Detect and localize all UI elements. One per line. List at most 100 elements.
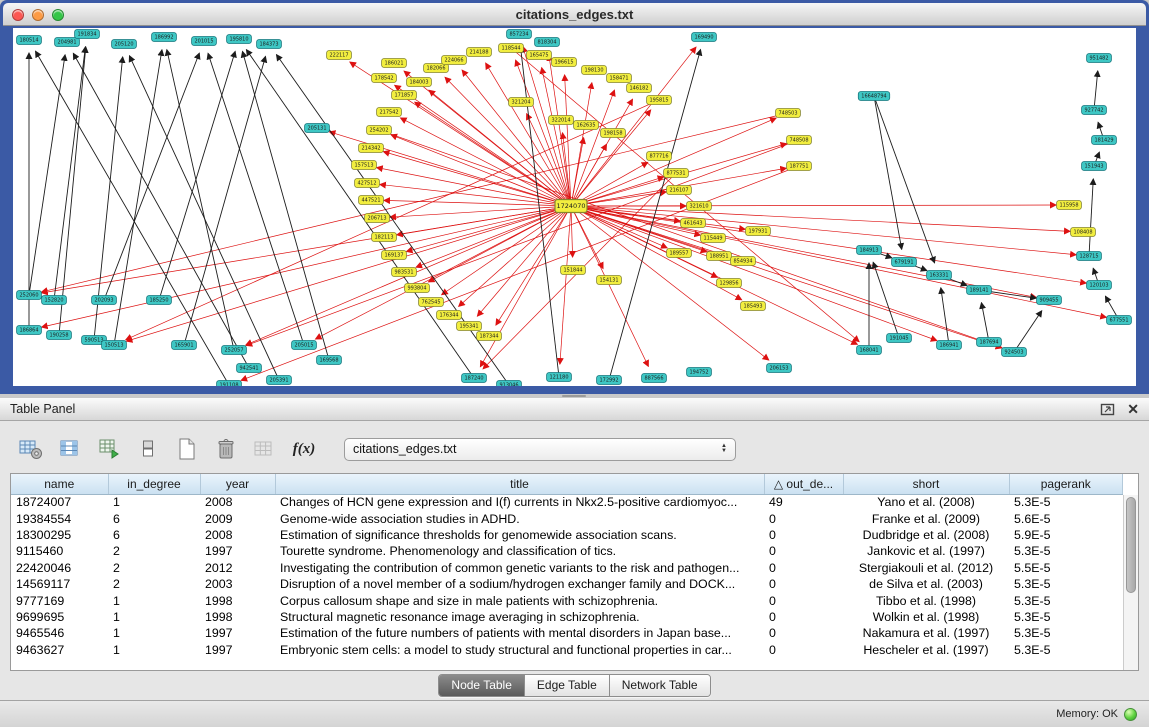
graph-node[interactable]: 157513 xyxy=(352,161,377,170)
graph-node[interactable]: 186021 xyxy=(382,59,407,68)
graph-edge[interactable] xyxy=(390,206,571,217)
graph-edge[interactable] xyxy=(167,50,234,350)
graph-node[interactable]: 887566 xyxy=(642,374,667,383)
graph-node[interactable]: 187240 xyxy=(462,374,487,383)
column-header-year[interactable]: year xyxy=(200,474,275,494)
tab-node-table[interactable]: Node Table xyxy=(439,675,525,696)
graph-node[interactable]: 254202 xyxy=(367,126,392,135)
graph-node[interactable]: 206713 xyxy=(365,214,390,223)
table-row[interactable]: 911546021997Tourette syndrome. Phenomeno… xyxy=(11,543,1123,559)
graph-node[interactable]: 171857 xyxy=(392,91,417,100)
graph-node[interactable]: 205391 xyxy=(267,376,292,385)
graph-node[interactable]: 197931 xyxy=(746,227,771,236)
column-header-out_degree[interactable]: △ out_de... xyxy=(764,474,843,494)
graph-node[interactable]: 120103 xyxy=(1087,281,1112,290)
graph-node[interactable]: 187344 xyxy=(477,332,502,341)
graph-edge[interactable] xyxy=(42,206,571,327)
graph-node[interactable]: 818304 xyxy=(535,38,560,47)
graph-node[interactable]: 151844 xyxy=(561,266,586,275)
table-row[interactable]: 969969511998Structural magnetic resonanc… xyxy=(11,609,1123,625)
memory-status-icon[interactable] xyxy=(1124,708,1137,721)
table-row[interactable]: 1872400712008Changes of HCN gene express… xyxy=(11,494,1123,510)
graph-node[interactable]: 909455 xyxy=(1037,296,1062,305)
graph-node[interactable]: 169568 xyxy=(317,356,342,365)
graph-node[interactable]: 198130 xyxy=(582,66,607,75)
graph-node[interactable]: 252060 xyxy=(17,291,42,300)
function-icon[interactable]: f(x) xyxy=(289,435,319,463)
graph-edge[interactable] xyxy=(477,206,571,316)
graph-node[interactable]: 182113 xyxy=(372,233,397,242)
graph-node[interactable]: 129856 xyxy=(717,279,742,288)
graph-node[interactable]: 186864 xyxy=(17,326,42,335)
graph-node[interactable]: 162635 xyxy=(574,121,599,130)
columns-icon[interactable] xyxy=(55,435,85,463)
graph-edge[interactable] xyxy=(874,96,902,249)
graph-node[interactable]: 201015 xyxy=(192,37,217,46)
graph-edge[interactable] xyxy=(59,47,86,335)
graph-node[interactable]: 857234 xyxy=(507,30,532,39)
graph-edge[interactable] xyxy=(571,206,1086,283)
graph-node[interactable]: 152820 xyxy=(42,296,67,305)
close-button[interactable] xyxy=(12,9,24,21)
graph-node[interactable]: 151943 xyxy=(1082,162,1107,171)
graph-node[interactable]: 205120 xyxy=(112,40,137,49)
rows-icon[interactable] xyxy=(133,435,163,463)
graph-node[interactable]: 154131 xyxy=(597,276,622,285)
table-row[interactable]: 1830029562008Estimation of significance … xyxy=(11,527,1123,543)
graph-edge[interactable] xyxy=(404,71,571,206)
graph-node[interactable]: 195815 xyxy=(647,96,672,105)
graph-node[interactable]: 748508 xyxy=(787,136,812,145)
graph-edge[interactable] xyxy=(42,113,788,292)
graph-node[interactable]: 321610 xyxy=(687,202,712,211)
graph-edge[interactable] xyxy=(29,55,65,295)
graph-node[interactable]: 195341 xyxy=(457,322,482,331)
graph-node[interactable]: 983531 xyxy=(392,268,417,277)
graph-edge[interactable] xyxy=(391,135,571,206)
graph-node[interactable]: 190258 xyxy=(47,331,72,340)
table-row[interactable]: 946554611997Estimation of the future num… xyxy=(11,625,1123,641)
graph-node[interactable]: 924503 xyxy=(1002,348,1027,357)
graph-edge[interactable] xyxy=(73,53,249,368)
graph-node[interactable]: 202093 xyxy=(92,296,117,305)
graph-node[interactable]: 877716 xyxy=(647,152,672,161)
graph-node[interactable]: 158471 xyxy=(607,74,632,83)
graph-node[interactable]: 118544 xyxy=(499,44,524,53)
graph-node[interactable]: 186992 xyxy=(152,33,177,42)
graph-edge[interactable] xyxy=(459,206,571,306)
graph-node[interactable]: 191834 xyxy=(75,30,100,39)
table-row[interactable]: 946362711997Embryonic stem cells: a mode… xyxy=(11,642,1123,658)
graph-node[interactable]: 187694 xyxy=(977,338,1002,347)
graph-edge[interactable] xyxy=(416,206,571,267)
zoom-button[interactable] xyxy=(52,9,64,21)
column-header-pagerank[interactable]: pagerank xyxy=(1009,474,1123,494)
graph-edge[interactable] xyxy=(521,47,559,377)
graph-edge[interactable] xyxy=(276,55,509,385)
graph-node[interactable]: 993804 xyxy=(405,284,430,293)
delete-icon[interactable] xyxy=(211,435,241,463)
graph-node[interactable]: 461643 xyxy=(681,219,706,228)
graph-node[interactable]: 169490 xyxy=(692,33,717,42)
graph-edge[interactable] xyxy=(1089,179,1093,256)
graph-node[interactable]: 189557 xyxy=(667,249,692,258)
graph-node[interactable]: 121180 xyxy=(547,373,572,382)
graph-node[interactable]: 321204 xyxy=(509,98,534,107)
graph-node[interactable]: 165475 xyxy=(527,51,552,60)
graph-node[interactable]: 447521 xyxy=(359,196,384,205)
graph-node[interactable]: 191108 xyxy=(217,381,242,387)
graph-node[interactable]: 172992 xyxy=(597,376,622,385)
graph-node[interactable]: 188951 xyxy=(707,252,732,261)
graph-node[interactable]: 150513 xyxy=(102,341,127,350)
append-table-icon[interactable] xyxy=(94,435,124,463)
table-row[interactable]: 1456911722003Disruption of a novel membe… xyxy=(11,576,1123,592)
graph-node[interactable]: 184003 xyxy=(407,78,432,87)
graph-node[interactable]: 186941 xyxy=(937,341,962,350)
graph-edge[interactable] xyxy=(1094,71,1098,110)
graph-node[interactable]: 181429 xyxy=(1092,136,1117,145)
graph-node[interactable]: 184913 xyxy=(857,246,882,255)
graph-node[interactable]: 854934 xyxy=(731,257,756,266)
table-vertical-scrollbar[interactable] xyxy=(1123,495,1138,670)
graph-node[interactable]: 206153 xyxy=(767,364,792,373)
minimize-button[interactable] xyxy=(32,9,44,21)
graph-edge[interactable] xyxy=(208,53,304,345)
graph-edge[interactable] xyxy=(571,138,584,206)
